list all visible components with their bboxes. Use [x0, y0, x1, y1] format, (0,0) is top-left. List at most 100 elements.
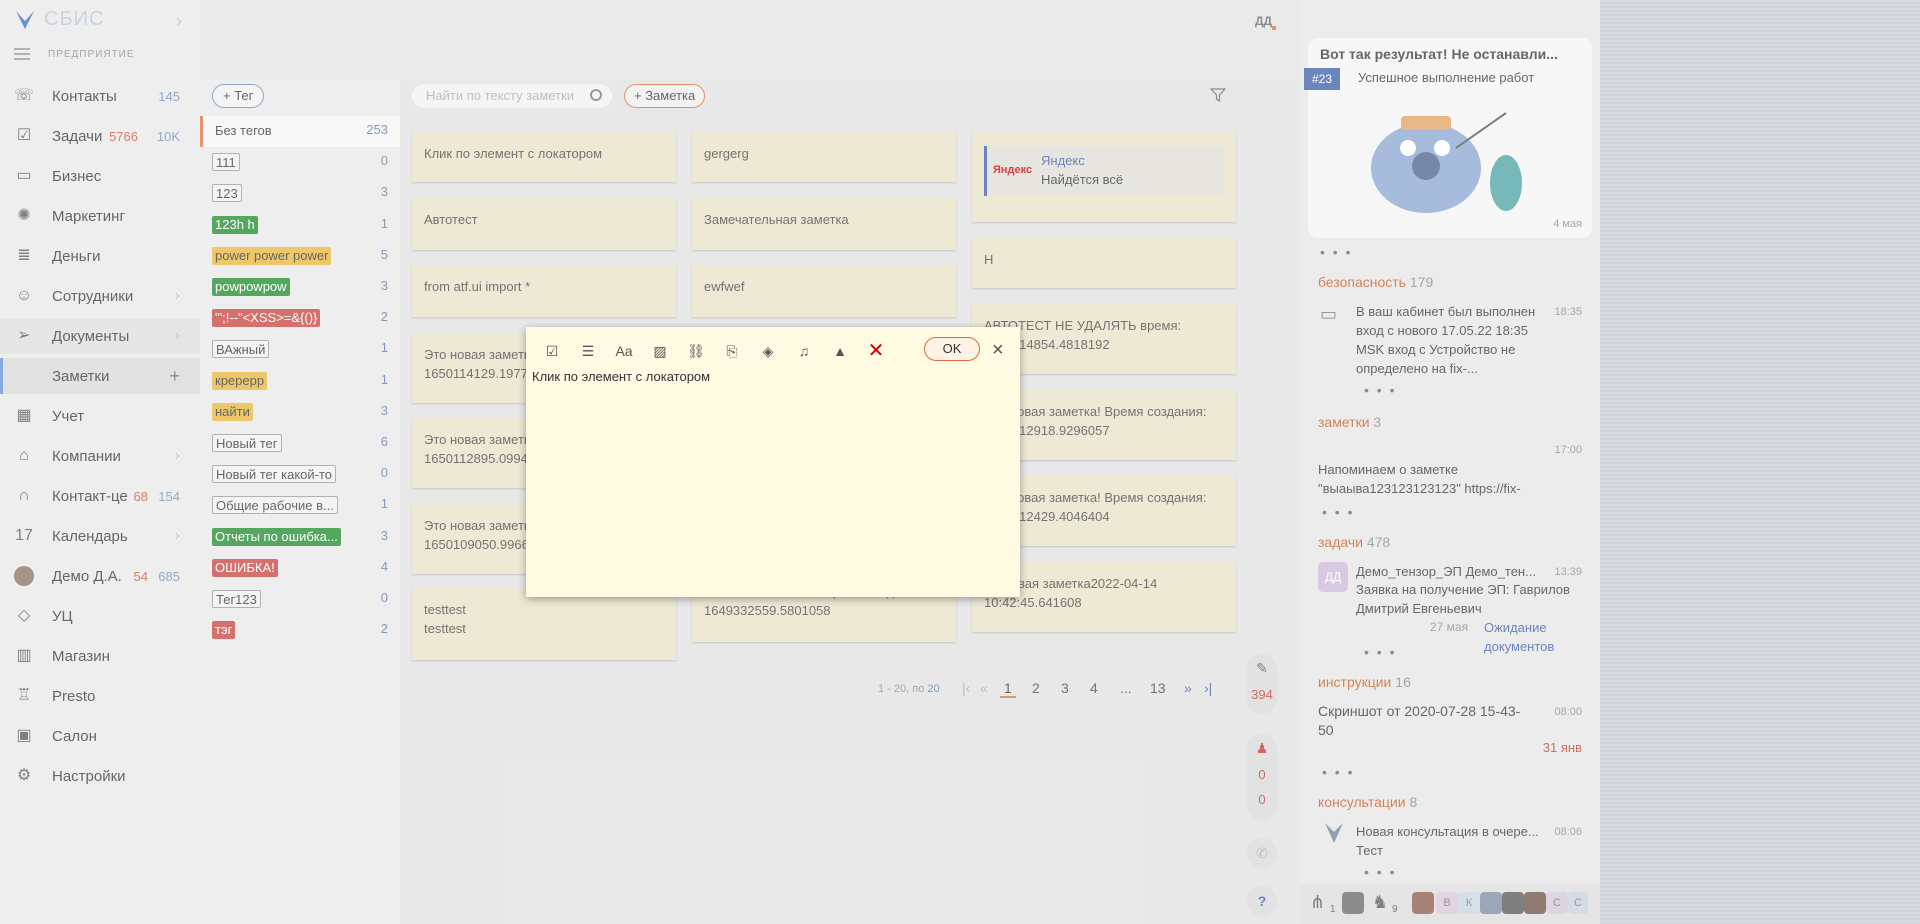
nav-item-money[interactable]: ≣ Деньги — [0, 238, 200, 274]
enterprise-menu[interactable]: ПРЕДПРИЯТИЕ — [14, 48, 135, 60]
tag-item[interactable]: Общие рабочие в... 1 — [200, 490, 400, 521]
nav-item-companies[interactable]: ⌂ Компании › — [0, 438, 200, 474]
nav-item-documents[interactable]: ➢ Документы › — [0, 318, 200, 354]
more-dots[interactable]: • • • — [1364, 382, 1396, 398]
paint-bucket-icon[interactable]: ▲ — [828, 339, 852, 363]
note-card[interactable]: Замечательная заметка — [692, 198, 956, 250]
more-dots[interactable]: • • • — [1320, 244, 1352, 260]
filter-icon[interactable] — [1210, 88, 1226, 102]
expand-arrow-icon[interactable]: › — [175, 447, 180, 465]
tag-item[interactable]: кререрр 1 — [200, 366, 400, 397]
tag-item[interactable]: "';!--"<XSS>=&{()} 2 — [200, 303, 400, 334]
link-preview[interactable]: Яндекс Яндекс Найдётся всё — [984, 146, 1224, 196]
nav-item-uc[interactable]: ◇ УЦ — [0, 598, 200, 634]
tag-item[interactable]: тэг 2 — [200, 615, 400, 646]
delete-icon[interactable]: ✕ — [864, 339, 888, 363]
add-note-button[interactable]: + Заметка — [624, 84, 706, 108]
avatar[interactable]: С — [1568, 892, 1588, 914]
more-dots[interactable]: • • • — [1322, 764, 1354, 780]
ok-button[interactable]: OK — [924, 337, 980, 361]
feed-text[interactable]: Напоминаем о заметке "выаыва123123123123… — [1318, 460, 1548, 498]
page-1[interactable]: 1 — [1000, 680, 1016, 698]
tag-item[interactable]: Тег123 0 — [200, 584, 400, 615]
note-card[interactable]: gergerg — [692, 132, 956, 182]
tag-icon[interactable]: ◈ — [756, 339, 780, 363]
image-icon[interactable]: ▨ — [648, 339, 672, 363]
nav-item-calendar[interactable]: 17 Календарь › — [0, 518, 200, 554]
avatar[interactable] — [1480, 892, 1502, 914]
avatar[interactable]: С — [1546, 892, 1568, 914]
nav-item-contacts[interactable]: ☏ Контакты 145 — [0, 78, 200, 114]
nav-item-shop[interactable]: ▥ Магазин — [0, 638, 200, 674]
nav-item-contact-center[interactable]: ∩ Контакт-це 68 154 — [0, 478, 200, 514]
page-size[interactable]: 20 — [927, 683, 939, 695]
promo-card[interactable]: Вот так результат! Не останавли... #23 У… — [1304, 38, 1592, 238]
signal-icon[interactable]: ⋔ — [1310, 892, 1325, 913]
feed-section-title[interactable]: заметки 3 — [1318, 414, 1381, 430]
add-tag-button[interactable]: + Тег — [212, 84, 265, 108]
phone-widget[interactable]: ✆ — [1247, 838, 1277, 868]
close-icon[interactable]: × — [992, 339, 1004, 362]
note-card[interactable]: Н — [972, 238, 1236, 288]
avatar[interactable]: К — [1458, 892, 1480, 914]
tag-item[interactable]: ВАжный 1 — [200, 334, 400, 365]
feed-section-title[interactable]: задачи 478 — [1318, 534, 1390, 550]
tag-item[interactable]: powpowpow 3 — [200, 272, 400, 303]
last-page-icon[interactable]: ›| — [1204, 680, 1212, 696]
page-4[interactable]: 4 — [1090, 680, 1098, 696]
add-note-plus-icon[interactable]: + — [169, 366, 180, 387]
avatar[interactable] — [1412, 892, 1434, 914]
feed-text[interactable]: Новая консультация в очере... Тест — [1356, 822, 1546, 860]
tag-item[interactable]: power power power 5 — [200, 241, 400, 272]
page-13[interactable]: 13 — [1150, 680, 1166, 696]
note-card[interactable]: Автотест — [412, 198, 676, 250]
help-widget[interactable]: ? — [1247, 886, 1277, 916]
feed-text[interactable]: Заявка на получение ЭП: Гаврилов Дмитрий… — [1356, 580, 1586, 618]
nav-item-settings[interactable]: ⚙ Настройки — [0, 758, 200, 794]
nav-item-user[interactable]: Демо Д.А. 54 685 — [0, 558, 200, 594]
feed-section-title[interactable]: безопасность 179 — [1318, 274, 1433, 290]
collapse-nav-icon[interactable]: › — [176, 11, 182, 32]
avatar[interactable] — [1502, 892, 1524, 914]
font-icon[interactable]: Aa — [612, 339, 636, 363]
more-dots[interactable]: • • • — [1364, 864, 1396, 880]
bot-icon[interactable]: ♞ — [1372, 892, 1388, 913]
feed-text[interactable]: В ваш кабинет был выполнен вход с нового… — [1356, 302, 1536, 378]
expand-arrow-icon[interactable]: › — [175, 327, 180, 345]
tag-item[interactable]: 111 0 — [200, 147, 400, 178]
prev-page-icon[interactable]: « — [980, 680, 988, 696]
avatar[interactable] — [1524, 892, 1546, 914]
feed-text[interactable]: Скриншот от 2020-07-28 15-43-50 — [1318, 702, 1528, 740]
search-input[interactable]: Найти по тексту заметки — [412, 84, 612, 108]
tag-item[interactable]: Без тегов 253 — [200, 116, 400, 147]
logo[interactable]: СБИС — [14, 8, 104, 31]
nav-item-notes[interactable]: Заметки + — [0, 358, 200, 394]
nav-item-marketing[interactable]: ✺ Маркетинг — [0, 198, 200, 234]
nav-item-salon[interactable]: ▣ Салон — [0, 718, 200, 754]
avatar[interactable] — [1342, 892, 1364, 914]
tag-item[interactable]: найти 3 — [200, 397, 400, 428]
tag-item[interactable]: Новый тег 6 — [200, 428, 400, 459]
expand-arrow-icon[interactable]: › — [175, 287, 180, 305]
nav-item-presto[interactable]: ♖ Presto — [0, 678, 200, 714]
nav-item-staff[interactable]: ☺ Сотрудники › — [0, 278, 200, 314]
note-card[interactable]: Клик по элемент с локатором — [412, 132, 676, 182]
feed-status[interactable]: Ожидание документов — [1484, 618, 1600, 656]
nav-item-accounting[interactable]: ▦ Учет — [0, 398, 200, 434]
note-card-yandex[interactable]: Яндекс Яндекс Найдётся всё — [972, 132, 1236, 222]
page-ellipsis[interactable]: ... — [1120, 680, 1132, 696]
tag-item[interactable]: ОШИБКА! 4 — [200, 553, 400, 584]
checklist-icon[interactable]: ☑ — [540, 339, 564, 363]
bell-icon[interactable]: ♫ — [792, 339, 816, 363]
nav-item-business[interactable]: ▭ Бизнес — [0, 158, 200, 194]
tag-item[interactable]: 123h h 1 — [200, 210, 400, 241]
bullet-list-icon[interactable]: ☰ — [576, 339, 600, 363]
page-3[interactable]: 3 — [1061, 680, 1069, 696]
tasks-widget[interactable]: ✎ 394 — [1247, 654, 1277, 714]
user-initials[interactable]: ДД — [1255, 14, 1277, 30]
search-icon[interactable] — [590, 89, 602, 101]
more-dots[interactable]: • • • — [1322, 504, 1354, 520]
feed-section-title[interactable]: инструкции 16 — [1318, 674, 1411, 690]
contacts-widget[interactable]: ♟ 0 0 — [1247, 734, 1277, 820]
note-card[interactable]: from atf.ui import * — [412, 265, 676, 317]
